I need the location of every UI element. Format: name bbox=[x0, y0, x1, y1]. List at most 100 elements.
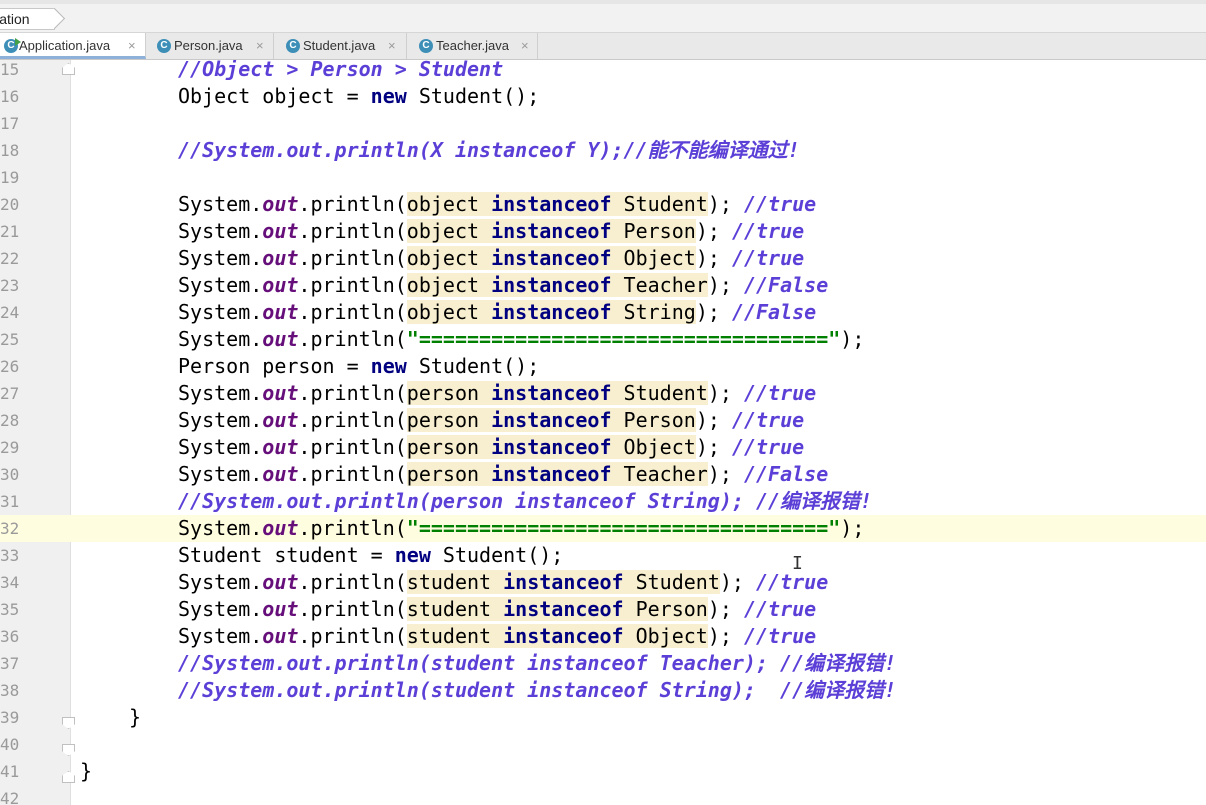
code-line[interactable]: 19 bbox=[0, 164, 1206, 191]
code-line[interactable]: 16 Object object = new Student(); bbox=[0, 83, 1206, 110]
code-text: System.out.println("====================… bbox=[178, 326, 864, 353]
code-token: System. bbox=[178, 381, 263, 405]
close-tab-icon[interactable]: × bbox=[128, 33, 136, 59]
code-line[interactable]: 33 Student student = new Student(); bbox=[0, 542, 1206, 569]
code-line[interactable]: 28 System.out.println(person instanceof P… bbox=[0, 407, 1206, 434]
tab-label: Teacher.java bbox=[436, 38, 509, 53]
code-token: "==================================" bbox=[406, 327, 841, 351]
code-token: System. bbox=[178, 273, 263, 297]
code-text: System.out.println(student instanceof Ob… bbox=[178, 623, 816, 650]
code-token: System. bbox=[178, 516, 263, 540]
code-token: instanceof bbox=[503, 597, 624, 621]
code-line[interactable]: 42 bbox=[0, 785, 1206, 805]
code-token: ); bbox=[707, 381, 744, 405]
code-line[interactable]: 21 System.out.println(object instanceof P… bbox=[0, 218, 1206, 245]
code-text: //System.out.println(student instanceof … bbox=[178, 650, 896, 677]
line-number: 28 bbox=[0, 411, 20, 430]
breadcrumb-label: lication bbox=[0, 11, 30, 27]
close-tab-icon[interactable]: × bbox=[521, 33, 529, 59]
line-number: 33 bbox=[0, 546, 20, 565]
line-number: 24 bbox=[0, 303, 20, 322]
code-token: //False bbox=[743, 273, 829, 297]
line-number: 19 bbox=[0, 168, 20, 187]
code-token: ); bbox=[695, 300, 732, 324]
code-token: .println( bbox=[298, 381, 407, 405]
code-token: Object bbox=[623, 624, 708, 648]
close-tab-icon[interactable]: × bbox=[388, 33, 396, 59]
code-token: Student(); bbox=[406, 84, 540, 108]
code-token: .println( bbox=[298, 516, 407, 540]
code-line[interactable]: 30 System.out.println(person instanceof T… bbox=[0, 461, 1206, 488]
code-token: instanceof bbox=[491, 300, 612, 324]
line-number: 40 bbox=[0, 735, 20, 754]
code-line[interactable]: 35 System.out.println(student instanceof … bbox=[0, 596, 1206, 623]
code-token: System. bbox=[178, 192, 263, 216]
code-line[interactable]: 23 System.out.println(object instanceof T… bbox=[0, 272, 1206, 299]
code-line[interactable]: 38 //System.out.println(student instanceo… bbox=[0, 677, 1206, 704]
code-text: } bbox=[129, 704, 141, 731]
tab-application-java[interactable]: C Application.java × bbox=[0, 33, 146, 59]
toolbar-edge bbox=[0, 0, 1206, 4]
code-token: System. bbox=[178, 462, 263, 486]
code-token: .println( bbox=[298, 273, 407, 297]
code-token: instanceof bbox=[491, 246, 612, 270]
code-token: Teacher bbox=[611, 462, 708, 486]
code-token: object bbox=[406, 246, 492, 270]
line-number: 39 bbox=[0, 708, 20, 727]
code-line[interactable]: 31 //System.out.println(person instanceof… bbox=[0, 488, 1206, 515]
code-line[interactable]: 40 bbox=[0, 731, 1206, 758]
code-token: student bbox=[406, 570, 504, 594]
code-line[interactable]: 17 bbox=[0, 110, 1206, 137]
breadcrumb-item[interactable]: lication bbox=[0, 7, 65, 30]
code-token: .println( bbox=[298, 300, 407, 324]
code-line[interactable]: 24 System.out.println(object instanceof S… bbox=[0, 299, 1206, 326]
code-line[interactable]: 29 System.out.println(person instanceof O… bbox=[0, 434, 1206, 461]
code-line[interactable]: 37 //System.out.println(student instanceo… bbox=[0, 650, 1206, 677]
code-token: ); bbox=[707, 192, 744, 216]
code-token: ); bbox=[707, 597, 744, 621]
code-token: } bbox=[129, 705, 142, 729]
code-token: out bbox=[262, 192, 299, 216]
code-token: Object bbox=[611, 246, 696, 270]
code-token: person bbox=[406, 408, 492, 432]
code-text: //Object > Person > Student bbox=[178, 60, 503, 83]
code-text: //System.out.println(X instanceof Y);//能… bbox=[178, 137, 800, 164]
tab-person-java[interactable]: C Person.java × bbox=[146, 33, 274, 59]
code-line[interactable]: 27 System.out.println(person instanceof S… bbox=[0, 380, 1206, 407]
code-token: person bbox=[406, 381, 492, 405]
code-token: System. bbox=[178, 327, 263, 351]
code-token: .println( bbox=[298, 597, 407, 621]
code-token: //true bbox=[731, 219, 805, 243]
code-token: System. bbox=[178, 624, 263, 648]
tab-student-java[interactable]: C Student.java × bbox=[274, 33, 407, 59]
code-line[interactable]: 20 System.out.println(object instanceof S… bbox=[0, 191, 1206, 218]
code-line[interactable]: 34 System.out.println(student instanceof … bbox=[0, 569, 1206, 596]
tab-teacher-java[interactable]: C Teacher.java × bbox=[407, 33, 538, 59]
line-number: 27 bbox=[0, 384, 20, 403]
code-line[interactable]: 41} bbox=[0, 758, 1206, 785]
close-tab-icon[interactable]: × bbox=[256, 33, 264, 59]
code-line[interactable]: 32 System.out.println("==================… bbox=[0, 515, 1206, 542]
code-line[interactable]: 15 //Object > Person > Student bbox=[0, 60, 1206, 83]
code-line[interactable]: 36 System.out.println(student instanceof … bbox=[0, 623, 1206, 650]
code-token: .println( bbox=[298, 408, 407, 432]
code-token: Person bbox=[611, 219, 696, 243]
code-token: //true bbox=[731, 408, 805, 432]
line-number: 38 bbox=[0, 681, 20, 700]
code-token: out bbox=[262, 570, 299, 594]
code-line[interactable]: 25 System.out.println("==================… bbox=[0, 326, 1206, 353]
code-line[interactable]: 22 System.out.println(object instanceof O… bbox=[0, 245, 1206, 272]
code-line[interactable]: 39} bbox=[0, 704, 1206, 731]
code-token: "==================================" bbox=[406, 516, 841, 540]
code-token: Student bbox=[611, 381, 708, 405]
code-token: .println( bbox=[298, 219, 407, 243]
code-line[interactable]: 26 Person person = new Student(); bbox=[0, 353, 1206, 380]
line-number: 21 bbox=[0, 222, 20, 241]
code-editor[interactable]: 15 //Object > Person > Student 16 Object ob… bbox=[0, 60, 1206, 805]
code-token: //true bbox=[743, 192, 817, 216]
code-line[interactable]: 18 //System.out.println(X instanceof Y);/… bbox=[0, 137, 1206, 164]
code-text: System.out.println(student instanceof Pe… bbox=[178, 596, 816, 623]
line-number: 17 bbox=[0, 114, 20, 133]
code-text: System.out.println(object instanceof Per… bbox=[178, 218, 804, 245]
code-text: Object object = new Student(); bbox=[178, 83, 539, 110]
